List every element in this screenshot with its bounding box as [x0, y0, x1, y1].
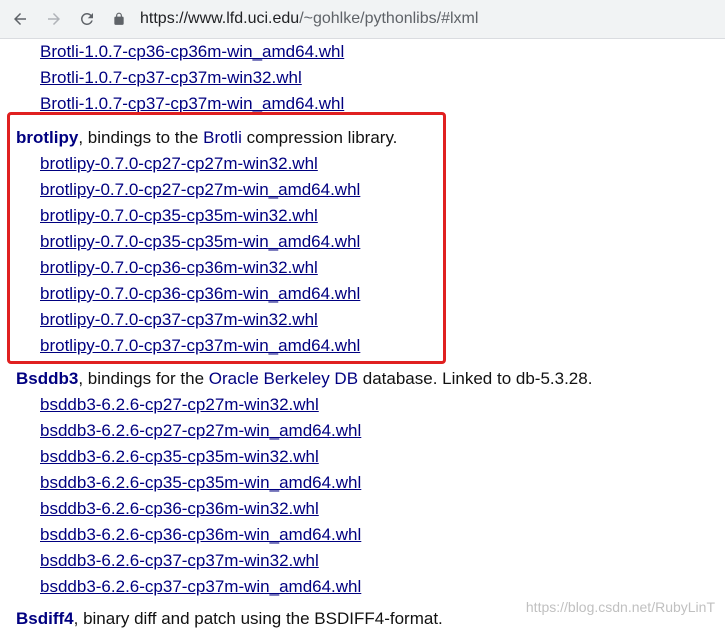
file-link[interactable]: bsddb3-6.2.6-cp35-cp35m-win_amd64.whl	[40, 472, 361, 494]
file-link[interactable]: bsddb3-6.2.6-cp37-cp37m-win32.whl	[40, 550, 319, 572]
file-link[interactable]: Brotli-1.0.7-cp37-cp37m-win32.whl	[40, 67, 302, 89]
url-text: https://www.lfd.uci.edu/~gohlke/pythonli…	[140, 10, 478, 28]
package-header-bsdiff4: Bsdiff4, binary diff and patch using the…	[16, 608, 443, 630]
file-link[interactable]: bsddb3-6.2.6-cp36-cp36m-win_amd64.whl	[40, 524, 361, 546]
back-button[interactable]	[8, 7, 32, 31]
reload-icon	[80, 12, 93, 25]
package-desc: , binary diff and patch using the BSDIFF…	[73, 609, 443, 628]
file-link[interactable]: bsddb3-6.2.6-cp37-cp37m-win_amd64.whl	[40, 576, 361, 598]
package-desc: database. Linked to db-5.3.28.	[358, 369, 593, 388]
arrow-left-icon	[14, 13, 26, 25]
package-desc: , bindings for the	[78, 369, 209, 388]
lock-icon	[114, 12, 124, 25]
url-path: /~gohlke/pythonlibs/#lxml	[299, 9, 479, 27]
file-link[interactable]: bsddb3-6.2.6-cp27-cp27m-win32.whl	[40, 394, 319, 416]
highlight-box	[7, 112, 446, 364]
file-link[interactable]: bsddb3-6.2.6-cp35-cp35m-win32.whl	[40, 446, 319, 468]
arrow-right-icon	[48, 13, 60, 25]
watermark: https://blog.csdn.net/RubyLinT	[525, 599, 715, 615]
address-bar[interactable]: https://www.lfd.uci.edu/~gohlke/pythonli…	[106, 3, 725, 34]
browser-toolbar: https://www.lfd.uci.edu/~gohlke/pythonli…	[0, 0, 725, 39]
url-host: https://www.lfd.uci.edu	[140, 9, 300, 27]
package-link[interactable]: Oracle Berkeley DB	[209, 369, 358, 388]
package-name: Bsdiff4	[16, 609, 74, 628]
forward-button[interactable]	[42, 7, 66, 31]
package-header-bsddb3: Bsddb3, bindings for the Oracle Berkeley…	[16, 368, 592, 390]
package-name: Bsddb3	[16, 369, 79, 388]
file-link[interactable]: Brotli-1.0.7-cp36-cp36m-win_amd64.whl	[40, 41, 344, 63]
file-link[interactable]: bsddb3-6.2.6-cp27-cp27m-win_amd64.whl	[40, 420, 361, 442]
file-link[interactable]: bsddb3-6.2.6-cp36-cp36m-win32.whl	[40, 498, 319, 520]
reload-button[interactable]	[75, 7, 99, 31]
